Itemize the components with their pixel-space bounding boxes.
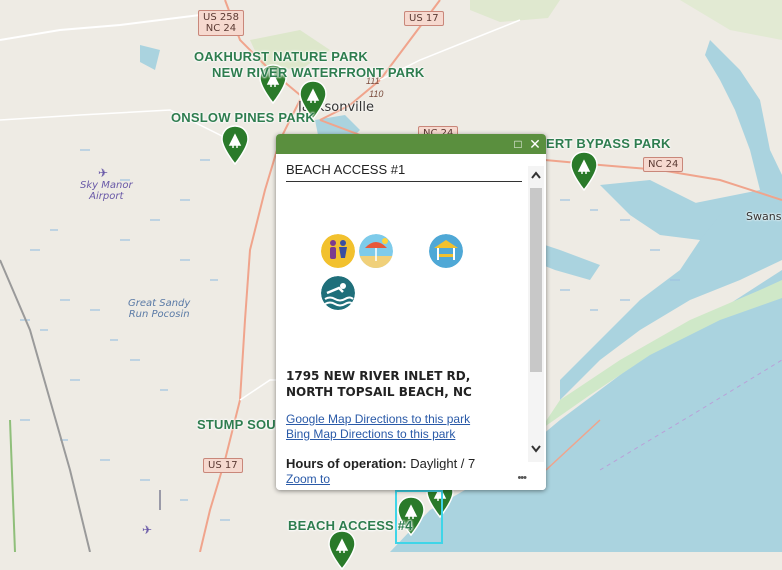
road-shield-us258-nc24: US 258 NC 24 [198,10,244,36]
feature-popup: □ ✕ BEACH ACCESS #1 1795 NEW RIVER INLET… [276,134,546,490]
route-110-label: 110 [369,89,384,99]
park-label-oakhurst[interactable]: OAKHURST NATURE PARK [194,49,368,64]
popup-title: BEACH ACCESS #1 [286,154,522,182]
popup-scrollbar[interactable] [528,166,544,462]
bing-directions-link[interactable]: Bing Map Directions to this park [286,427,455,441]
beach-icon [359,234,393,268]
popup-body: BEACH ACCESS #1 1795 NEW RIVER INLET RD,… [286,154,536,484]
hours-label: Hours of operation: [286,456,407,471]
address-line1: 1795 NEW RIVER INLET RD, [286,369,471,383]
shield-nc24-top: NC 24 [205,23,237,34]
close-icon[interactable]: ✕ [527,136,543,152]
park-pin-icon[interactable] [328,530,356,570]
park-label-new-river[interactable]: NEW RIVER WATERFRONT PARK [212,65,425,80]
road-shield-us17-top: US 17 [404,11,444,26]
zoom-to-link[interactable]: Zoom to [286,472,330,486]
road-shield-us17-bottom: US 17 [203,458,243,473]
popup-footer: Zoom to ••• [276,470,546,490]
pocosin-label-line2: Run Pocosin [128,309,190,320]
popup-header: □ ✕ [276,134,546,154]
maximize-icon[interactable]: □ [510,136,526,152]
address-line2: NORTH TOPSAIL BEACH, NC [286,385,472,399]
swimming-icon [321,276,355,310]
airport-label-line2: Airport [89,191,124,202]
park-label-onslow-pines[interactable]: ONSLOW PINES PARK [171,110,315,125]
airport-icon-south: ✈ [142,523,153,537]
park-label-beach-access-4[interactable]: BEACH ACCESS #4 [288,518,413,533]
pocosin-label: Great Sandy Run Pocosin [128,298,190,320]
town-label: Swans [746,210,782,223]
park-pin-icon[interactable] [570,151,598,191]
google-directions-link[interactable]: Google Map Directions to this park [286,412,470,426]
shield-us258: US 258 [203,12,239,23]
park-pin-icon[interactable] [221,125,249,165]
road-shield-nc24-right: NC 24 [643,157,684,172]
airport-label: Sky Manor Airport [80,180,133,202]
pocosin-label-line1: Great Sandy [128,298,191,309]
park-label-stump-sound[interactable]: STUMP SOU [197,417,276,432]
airport-label-line1: Sky Manor [80,180,133,191]
picnic-shelter-icon [429,234,463,268]
more-options-icon[interactable]: ••• [517,472,527,484]
restroom-icon [321,234,355,268]
address-block: 1795 NEW RIVER INLET RD, NORTH TOPSAIL B… [286,368,472,400]
hours-of-operation: Hours of operation: Daylight / 7 [286,456,475,471]
park-label-bypass[interactable]: ERT BYPASS PARK [546,136,671,151]
airport-icon: ✈ [98,166,109,180]
hours-value: Daylight / 7 [406,456,476,471]
